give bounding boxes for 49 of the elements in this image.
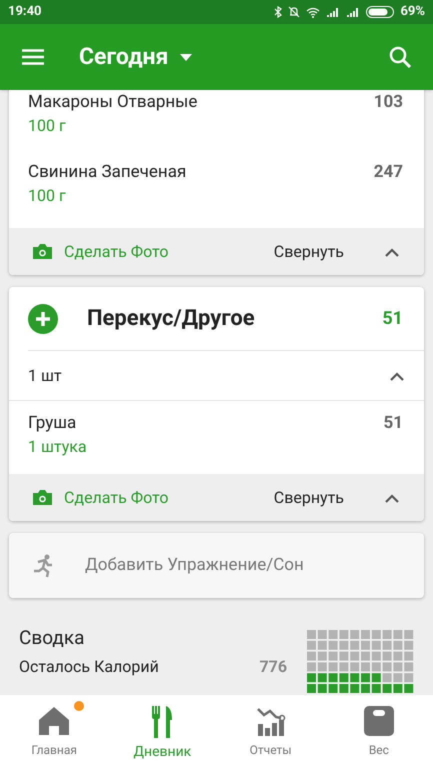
muted-bell-icon (288, 6, 300, 18)
collapse-button[interactable]: Свернуть (274, 486, 344, 510)
meal-title: Перекус/Другое (87, 305, 255, 333)
take-photo-button[interactable]: Сделать Фото (33, 486, 169, 510)
add-exercise-button[interactable]: Добавить Упражнение/Сон (9, 533, 424, 598)
nav-tab[interactable]: Отчеты (216, 695, 325, 770)
running-person-icon (33, 554, 55, 578)
search-icon[interactable] (389, 46, 411, 68)
date-dropdown[interactable]: Сегодня (79, 40, 192, 74)
food-calories: 247 (374, 161, 403, 184)
food-row[interactable]: Макароны Отварные 100 г 103 (9, 90, 424, 158)
scale-icon (364, 706, 394, 736)
food-calories: 51 (383, 412, 403, 435)
food-amount: 1 штука (28, 436, 87, 458)
food-name: Свинина Запеченая (28, 161, 186, 184)
food-row[interactable]: Свинина Запеченая 100 г 247 (9, 158, 424, 228)
signal-icon (326, 6, 340, 18)
caret-down-icon (180, 54, 192, 60)
camera-icon (33, 244, 52, 259)
take-photo-button[interactable]: Сделать Фото (33, 240, 169, 264)
summary-value: 776 (259, 656, 287, 678)
food-calories: 103 (374, 91, 403, 114)
battery-icon (366, 6, 394, 18)
chevron-up-icon[interactable] (384, 492, 400, 502)
battery-percent: 69% (400, 3, 425, 22)
house-icon (38, 706, 70, 736)
menu-icon[interactable] (22, 49, 44, 65)
camera-icon (33, 490, 52, 505)
nav-tab[interactable]: Главная (0, 695, 108, 770)
wifi-icon (306, 6, 320, 18)
bluetooth-icon (274, 6, 282, 18)
add-icon[interactable] (28, 304, 58, 334)
summary-title: Сводка (19, 625, 86, 651)
food-name: Груша (28, 412, 78, 435)
bar-chart-icon (256, 706, 286, 736)
food-name: Макароны Отварные (28, 91, 198, 114)
food-amount: 100 г (28, 185, 67, 207)
signal-icon (346, 6, 360, 18)
portion-label: 1 шт (28, 364, 62, 386)
chevron-up-icon[interactable] (389, 370, 405, 380)
meal-calories: 51 (382, 307, 403, 331)
status-time: 19:40 (8, 3, 42, 22)
food-amount: 100 г (28, 115, 67, 137)
collapse-button[interactable]: Свернуть (274, 240, 344, 264)
fork-knife-icon (151, 706, 174, 738)
summary-label: Осталось Калорий (19, 656, 159, 678)
chevron-up-icon[interactable] (384, 246, 400, 256)
nav-tab[interactable]: Дневник (108, 695, 216, 770)
nav-tab[interactable]: Вес (324, 695, 433, 770)
